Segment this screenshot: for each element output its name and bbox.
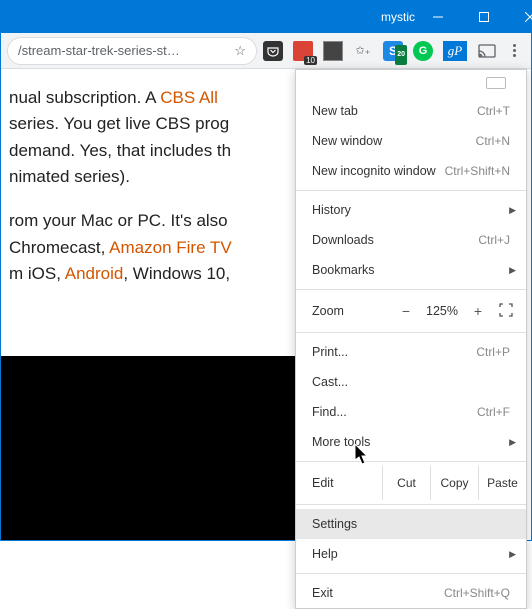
url-text: /stream-star-trek-series-st… bbox=[18, 43, 180, 58]
favorites-extension-icon[interactable]: ✩₊ bbox=[353, 41, 373, 61]
bookmark-star-icon[interactable]: ☆ bbox=[234, 43, 246, 59]
window-titlebar: mystic bbox=[1, 1, 531, 33]
menu-item-exit[interactable]: ExitCtrl+Shift+Q bbox=[296, 578, 526, 608]
menu-cut-button[interactable]: Cut bbox=[382, 466, 430, 500]
maximize-button[interactable] bbox=[461, 1, 507, 33]
grammarly-extension-icon[interactable]: G bbox=[413, 41, 433, 61]
menu-item-find[interactable]: Find...Ctrl+F bbox=[296, 397, 526, 427]
skype-extension-icon[interactable]: S20 bbox=[383, 41, 403, 61]
extension-badge: 10 bbox=[304, 56, 317, 65]
menu-item-history[interactable]: History▶ bbox=[296, 195, 526, 225]
fullscreen-button[interactable] bbox=[494, 303, 518, 320]
browser-toolbar: /stream-star-trek-series-st… ☆ 10 ✩₊ S20… bbox=[1, 33, 531, 69]
content-link[interactable]: Android bbox=[65, 264, 124, 283]
menu-item-bookmarks[interactable]: Bookmarks▶ bbox=[296, 255, 526, 285]
menu-item-more-tools[interactable]: More tools▶ bbox=[296, 427, 526, 457]
url-bar[interactable]: /stream-star-trek-series-st… ☆ bbox=[7, 37, 257, 65]
zoom-in-button[interactable]: + bbox=[466, 303, 490, 319]
cast-icon[interactable] bbox=[477, 41, 497, 61]
menu-edit-row: Edit Cut Copy Paste bbox=[296, 466, 526, 500]
extension-badge: 20 bbox=[395, 45, 407, 65]
zoom-out-button[interactable]: − bbox=[394, 303, 418, 319]
menu-item-settings[interactable]: Settings bbox=[296, 509, 526, 539]
menu-copy-button[interactable]: Copy bbox=[430, 466, 478, 500]
chevron-right-icon: ▶ bbox=[509, 437, 516, 448]
menu-item-cast[interactable]: Cast... bbox=[296, 367, 526, 397]
video-area bbox=[1, 356, 299, 540]
chrome-main-menu: New tabCtrl+T New windowCtrl+N New incog… bbox=[295, 69, 527, 609]
close-button[interactable] bbox=[507, 1, 532, 33]
adblock-extension-icon[interactable]: 10 bbox=[293, 41, 313, 61]
minimize-button[interactable] bbox=[415, 1, 461, 33]
content-link[interactable]: CBS All bbox=[160, 88, 218, 107]
window-title: mystic bbox=[381, 10, 415, 24]
menu-item-print[interactable]: Print...Ctrl+P bbox=[296, 337, 526, 367]
pocket-extension-icon[interactable] bbox=[263, 41, 283, 61]
chevron-right-icon: ▶ bbox=[509, 265, 516, 276]
menu-item-incognito[interactable]: New incognito windowCtrl+Shift+N bbox=[296, 156, 526, 186]
profile-icon[interactable] bbox=[486, 77, 506, 89]
menu-item-downloads[interactable]: DownloadsCtrl+J bbox=[296, 225, 526, 255]
extension-icon[interactable] bbox=[323, 41, 343, 61]
content-link[interactable]: Amazon Fire TV bbox=[109, 238, 232, 257]
menu-paste-button[interactable]: Paste bbox=[478, 466, 526, 500]
menu-item-new-window[interactable]: New windowCtrl+N bbox=[296, 126, 526, 156]
gp-extension-icon[interactable]: gP bbox=[443, 41, 467, 61]
menu-item-new-tab[interactable]: New tabCtrl+T bbox=[296, 96, 526, 126]
chevron-right-icon: ▶ bbox=[509, 205, 516, 216]
chevron-right-icon: ▶ bbox=[509, 549, 516, 560]
menu-item-help[interactable]: Help▶ bbox=[296, 539, 526, 569]
zoom-value: 125% bbox=[422, 304, 462, 318]
menu-zoom-row: Zoom − 125% + bbox=[296, 294, 526, 328]
chrome-menu-button[interactable] bbox=[503, 39, 525, 63]
